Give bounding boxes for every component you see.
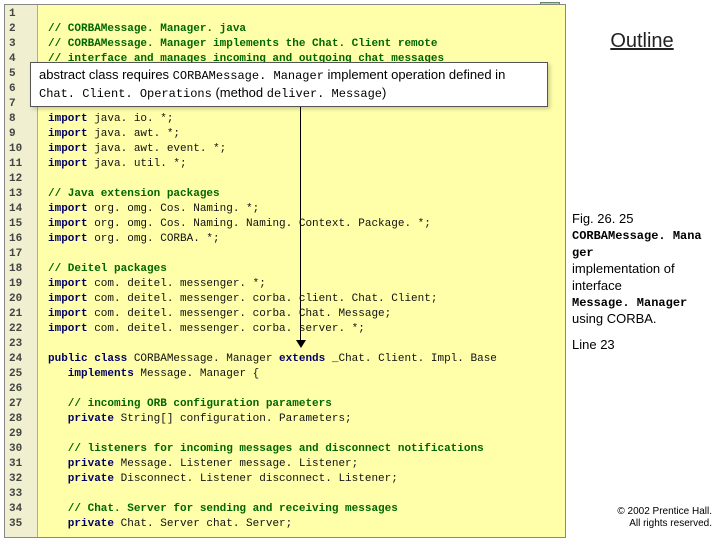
code-line: com. deitel. messenger. corba. Chat. Mes…	[88, 308, 392, 320]
kw: import	[48, 203, 88, 215]
figure-mono: Message. Manager	[572, 296, 687, 310]
code-line: java. io. *;	[88, 113, 174, 125]
line-num: 35	[9, 517, 35, 532]
line-num: 21	[9, 307, 35, 322]
line-num: 23	[9, 337, 35, 352]
code-line: String[] configuration. Parameters;	[114, 413, 352, 425]
code-line: java. awt. *;	[88, 128, 180, 140]
kw: import	[48, 293, 88, 305]
line-num: 15	[9, 217, 35, 232]
code-line: Chat. Server chat. Server;	[114, 518, 292, 530]
figure-text: implementation of interface	[572, 261, 675, 292]
line-num: 32	[9, 472, 35, 487]
figure-text: using CORBA.	[572, 311, 657, 326]
line-num: 30	[9, 442, 35, 457]
line-reference: Line 23	[572, 337, 712, 353]
line-num: 1	[9, 7, 35, 22]
line-num: 2	[9, 22, 35, 37]
code-line: Disconnect. Listener disconnect. Listene…	[114, 473, 398, 485]
copyright-line: All rights reserved.	[629, 518, 712, 529]
code-line: // Chat. Server for sending and receivin…	[48, 503, 398, 515]
callout-text: (method	[212, 85, 267, 100]
line-num: 17	[9, 247, 35, 262]
figure-caption: Fig. 26. 25 CORBAMessage. Mana ger imple…	[568, 211, 716, 353]
kw: private	[48, 518, 114, 530]
code-line: // Java extension packages	[48, 188, 220, 200]
code-line: // Deitel packages	[48, 263, 167, 275]
code-line: java. awt. event. *;	[88, 143, 227, 155]
line-num: 19	[9, 277, 35, 292]
outline-title: Outline	[568, 30, 716, 53]
code-line: // CORBAMessage. Manager. java	[48, 23, 246, 35]
kw: import	[48, 158, 88, 170]
line-num: 16	[9, 232, 35, 247]
copyright-line: © 2002 Prentice Hall.	[617, 506, 712, 517]
code-line: // incoming ORB configuration parameters	[48, 398, 332, 410]
line-num: 11	[9, 157, 35, 172]
line-num: 33	[9, 487, 35, 502]
code-line: com. deitel. messenger. corba. server. *…	[88, 323, 365, 335]
line-num: 28	[9, 412, 35, 427]
code-line: // CORBAMessage. Manager implements the …	[48, 38, 437, 50]
line-num: 26	[9, 382, 35, 397]
line-num: 20	[9, 292, 35, 307]
line-num: 10	[9, 142, 35, 157]
figure-label: Fig. 26. 25	[572, 211, 633, 226]
code-line: java. util. *;	[88, 158, 187, 170]
line-num: 22	[9, 322, 35, 337]
line-num: 34	[9, 502, 35, 517]
callout-mono: deliver. Message	[267, 87, 382, 101]
code-line: com. deitel. messenger. *;	[88, 278, 266, 290]
code-line: com. deitel. messenger. corba. client. C…	[88, 293, 438, 305]
kw: import	[48, 113, 88, 125]
kw: implements	[48, 368, 134, 380]
line-num: 9	[9, 127, 35, 142]
callout-text: )	[382, 85, 386, 100]
code-line: org. omg. CORBA. *;	[88, 233, 220, 245]
line-num: 12	[9, 172, 35, 187]
kw: private	[48, 413, 114, 425]
callout-text: abstract class requires	[39, 67, 173, 82]
line-num: 29	[9, 427, 35, 442]
callout-arrow-line	[300, 104, 301, 342]
kw: public class	[48, 353, 127, 365]
kw: import	[48, 143, 88, 155]
kw: import	[48, 323, 88, 335]
callout-arrow-head	[296, 340, 306, 348]
line-num: 24	[9, 352, 35, 367]
copyright: © 2002 Prentice Hall. All rights reserve…	[617, 506, 712, 530]
kw: import	[48, 278, 88, 290]
line-num: 14	[9, 202, 35, 217]
code-line: org. omg. Cos. Naming. Naming. Context. …	[88, 218, 431, 230]
line-num: 25	[9, 367, 35, 382]
figure-mono: CORBAMessage. Mana	[572, 229, 702, 243]
callout-text: implement operation defined in	[324, 67, 505, 82]
line-num: 18	[9, 262, 35, 277]
kw: import	[48, 128, 88, 140]
line-num: 31	[9, 457, 35, 472]
kw: private	[48, 458, 114, 470]
kw: import	[48, 308, 88, 320]
outline-panel: Outline Fig. 26. 25 CORBAMessage. Mana g…	[568, 4, 716, 536]
line-num: 13	[9, 187, 35, 202]
code-line: Message. Listener message. Listener;	[114, 458, 358, 470]
kw: import	[48, 218, 88, 230]
line-num: 8	[9, 112, 35, 127]
line-num: 3	[9, 37, 35, 52]
code-line: org. omg. Cos. Naming. *;	[88, 203, 260, 215]
callout-mono: CORBAMessage. Manager	[173, 69, 324, 83]
figure-mono: ger	[572, 246, 594, 260]
code-line: _Chat. Client. Impl. Base	[325, 353, 497, 365]
callout-mono: Chat. Client. Operations	[39, 87, 212, 101]
line-num: 27	[9, 397, 35, 412]
kw: private	[48, 473, 114, 485]
code-line: // listeners for incoming messages and d…	[48, 443, 484, 455]
code-line: CORBAMessage. Manager	[127, 353, 279, 365]
callout-box: abstract class requires CORBAMessage. Ma…	[30, 62, 548, 107]
kw: import	[48, 233, 88, 245]
code-line: Message. Manager {	[134, 368, 259, 380]
kw: extends	[279, 353, 325, 365]
